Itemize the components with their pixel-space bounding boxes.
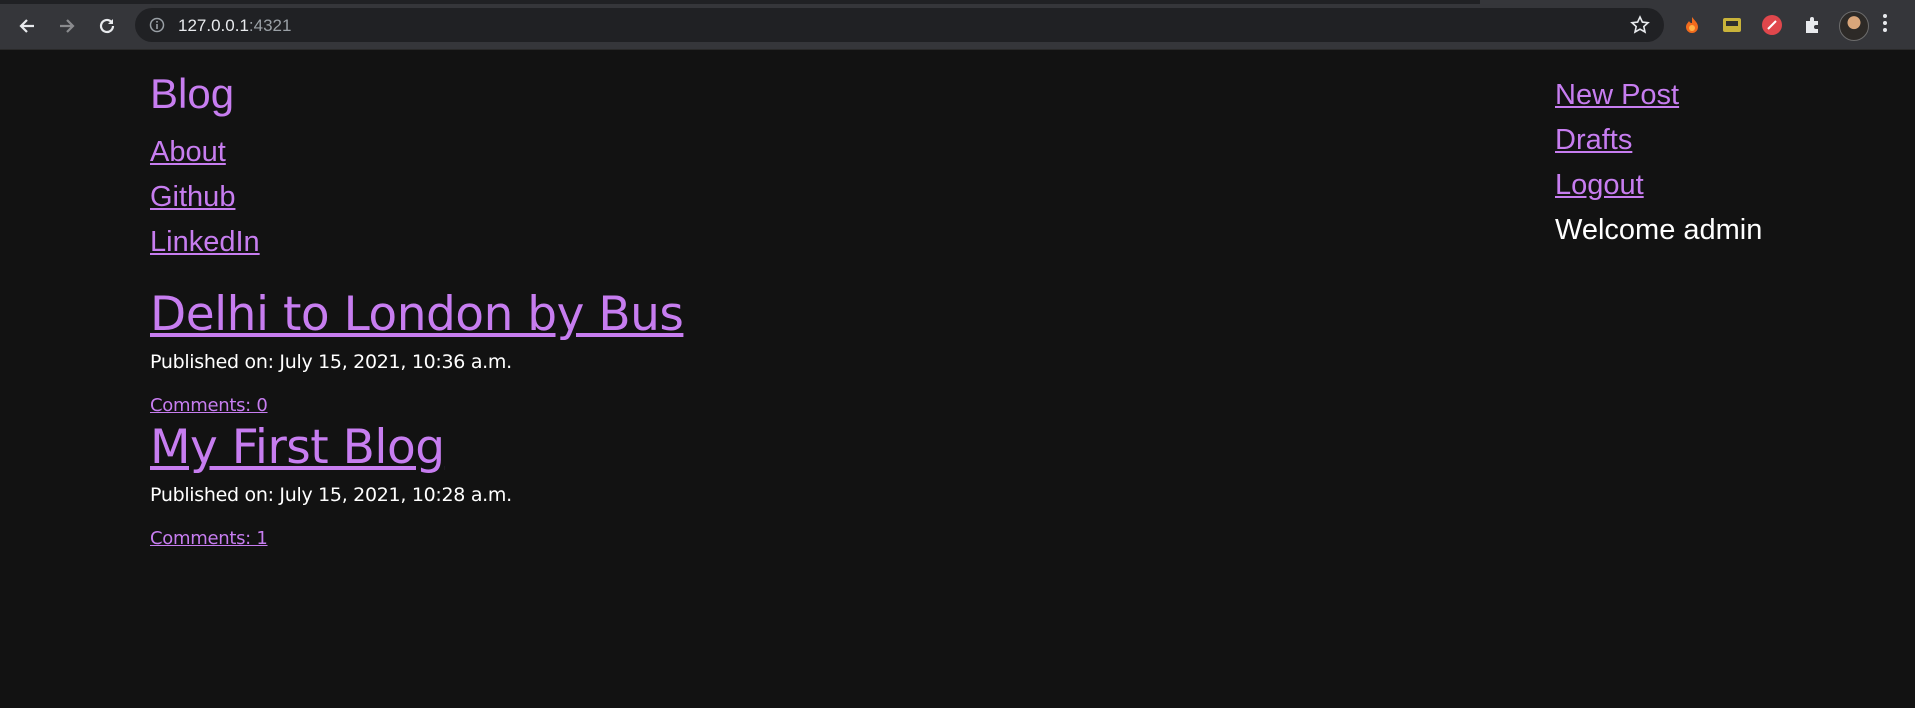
post-comments-link[interactable]: Comments: 0 — [150, 395, 683, 416]
browser-toolbar: 127.0.0.1:4321 — [0, 0, 1915, 50]
bookmark-star-icon[interactable] — [1630, 15, 1650, 40]
tray-extension-icon[interactable] — [1720, 13, 1744, 37]
red-extension-icon[interactable] — [1760, 13, 1784, 37]
profile-avatar[interactable] — [1839, 11, 1869, 41]
post-published-date: Published on: July 15, 2021, 10:28 a.m. — [150, 484, 512, 506]
site-brand[interactable]: Blog — [150, 70, 234, 118]
nav-github-link[interactable]: Github — [150, 175, 260, 220]
logout-link[interactable]: Logout — [1555, 163, 1762, 208]
extensions-puzzle-icon[interactable] — [1800, 13, 1824, 37]
post-published-date: Published on: July 15, 2021, 10:36 a.m. — [150, 351, 512, 373]
tab-strip — [0, 0, 1480, 4]
post-title-link[interactable]: My First Blog — [150, 418, 683, 478]
nav-linkedin-link[interactable]: LinkedIn — [150, 220, 260, 265]
url-text[interactable]: 127.0.0.1:4321 — [178, 16, 291, 36]
post-item: My First Blog Published on: July 15, 202… — [150, 418, 683, 549]
menu-kebab-icon[interactable] — [1882, 14, 1888, 35]
nav-about-link[interactable]: About — [150, 130, 260, 175]
info-icon[interactable] — [149, 17, 165, 38]
address-bar[interactable]: 127.0.0.1:4321 — [135, 8, 1664, 42]
post-item: Delhi to London by Bus Published on: Jul… — [150, 285, 684, 416]
right-nav: New Post Drafts Logout Welcome admin — [1555, 73, 1762, 253]
new-post-link[interactable]: New Post — [1555, 73, 1762, 118]
post-comments-link[interactable]: Comments: 1 — [150, 528, 683, 549]
post-list: Delhi to London by Bus Published on: Jul… — [150, 285, 684, 549]
fire-extension-icon[interactable] — [1680, 13, 1704, 37]
post-title-link[interactable]: Delhi to London by Bus — [150, 285, 684, 345]
back-icon[interactable] — [13, 12, 41, 40]
forward-icon[interactable] — [53, 12, 81, 40]
url-host: 127.0.0.1 — [178, 16, 249, 35]
left-nav: About Github LinkedIn — [150, 130, 260, 265]
drafts-link[interactable]: Drafts — [1555, 118, 1762, 163]
reload-icon[interactable] — [93, 12, 121, 40]
welcome-message: Welcome admin — [1555, 214, 1763, 246]
url-port: :4321 — [248, 16, 292, 35]
